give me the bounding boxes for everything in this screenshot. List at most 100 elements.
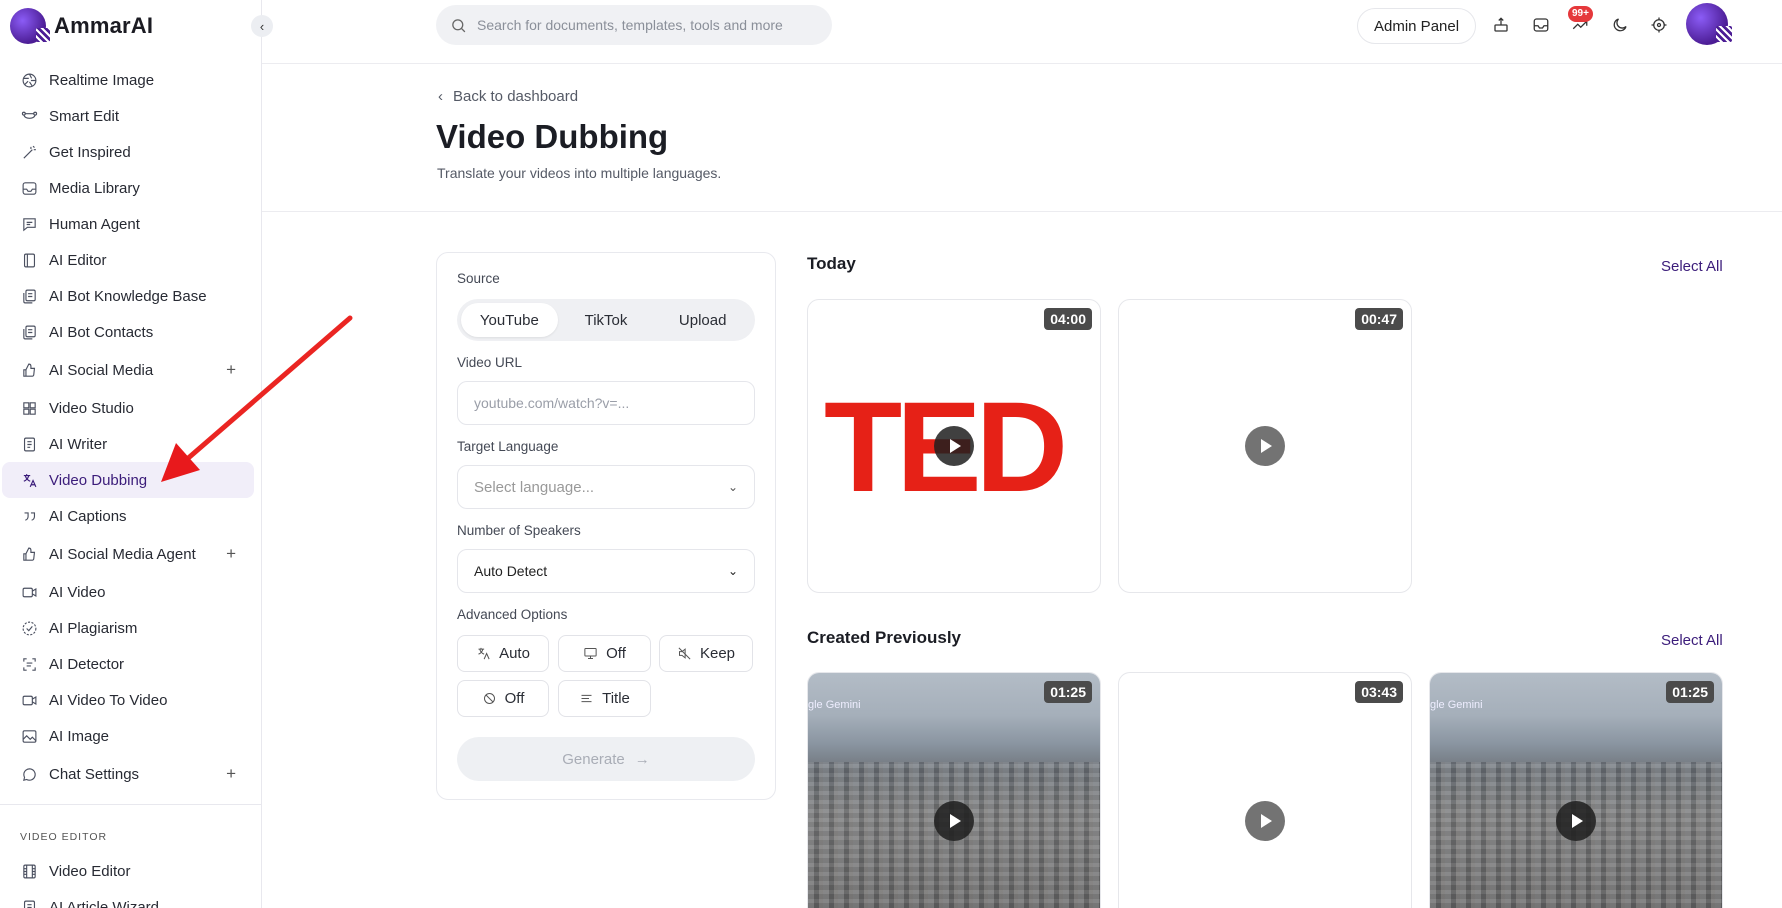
inbox-icon[interactable] — [1530, 14, 1552, 36]
volume-mute-icon — [678, 647, 691, 660]
sidebar-item-ai-detector[interactable]: AI Detector — [2, 646, 254, 682]
sidebar-item-ai-article-wizard[interactable]: AI Article Wizard — [2, 889, 254, 908]
sidebar-item-media-library[interactable]: Media Library — [2, 170, 254, 206]
play-icon[interactable] — [1245, 426, 1285, 466]
sidebar-item-label: Smart Edit — [49, 107, 120, 125]
option-label: Keep — [699, 645, 736, 662]
aperture-icon — [20, 71, 38, 89]
play-icon[interactable] — [934, 801, 974, 841]
option-label: Auto — [499, 645, 530, 662]
sidebar-item-ai-writer[interactable]: AI Writer — [2, 426, 254, 462]
option-monitor-off[interactable]: Off — [558, 635, 651, 672]
video-card-city[interactable]: gle Gemini 01:25 — [807, 672, 1101, 908]
translate-icon — [478, 647, 490, 660]
play-icon[interactable] — [1245, 801, 1285, 841]
moon-icon[interactable] — [1609, 14, 1631, 36]
video-card-city[interactable]: gle Gemini 01:25 — [1429, 672, 1723, 908]
sidebar-item-chat-settings[interactable]: Chat Settings + — [2, 754, 254, 794]
check-circle-icon — [20, 619, 38, 637]
video-url-input[interactable] — [474, 395, 724, 411]
sidebar-item-video-studio[interactable]: Video Studio — [2, 390, 254, 426]
video-url-field[interactable] — [457, 381, 755, 425]
expand-plus-icon[interactable]: + — [226, 544, 236, 564]
sidebar-item-ai-social-media-agent[interactable]: AI Social Media Agent + — [2, 534, 254, 574]
app-logo[interactable]: AmmarAI — [10, 8, 153, 44]
duration-badge: 01:25 — [1044, 681, 1092, 703]
search-bar[interactable] — [436, 5, 832, 45]
video-card[interactable]: 03:43 — [1118, 672, 1412, 908]
sidebar: AmmarAI Realtime Image Smart Edit Get In… — [0, 0, 262, 908]
target-language-select[interactable]: Select language... ⌄ — [457, 465, 755, 509]
sidebar-item-ai-social-media[interactable]: AI Social Media + — [2, 350, 254, 390]
select-all-today-button[interactable]: Select All — [1661, 258, 1723, 275]
tab-upload[interactable]: Upload — [654, 303, 751, 337]
page-subtitle: Translate your videos into multiple lang… — [437, 165, 722, 181]
crosshair-icon[interactable] — [1648, 14, 1670, 36]
files-icon — [20, 287, 38, 305]
play-icon[interactable] — [1556, 801, 1596, 841]
monitor-icon — [584, 648, 597, 659]
sidebar-item-video-dubbing[interactable]: Video Dubbing — [2, 462, 254, 498]
sidebar-item-get-inspired[interactable]: Get Inspired — [2, 134, 254, 170]
option-label: Off — [606, 645, 626, 662]
sidebar-item-label: Realtime Image — [49, 71, 155, 89]
speakers-select[interactable]: Auto Detect ⌄ — [457, 549, 755, 593]
sidebar-item-label: AI Image — [49, 727, 110, 745]
expand-plus-icon[interactable]: + — [226, 764, 236, 784]
tab-tiktok[interactable]: TikTok — [558, 303, 655, 337]
expand-plus-icon[interactable]: + — [226, 360, 236, 380]
sidebar-item-human-agent[interactable]: Human Agent — [2, 206, 254, 242]
sidebar-item-realtime-image[interactable]: Realtime Image — [2, 62, 254, 98]
sidebar-item-video-editor[interactable]: Video Editor — [2, 853, 254, 889]
option-block-off[interactable]: Off — [457, 680, 549, 717]
tab-youtube[interactable]: YouTube — [461, 303, 558, 337]
sidebar-item-smart-edit[interactable]: Smart Edit — [2, 98, 254, 134]
video-card[interactable]: 00:47 — [1118, 299, 1412, 593]
notebook-icon — [20, 251, 38, 269]
video-card-ted[interactable]: TED 04:00 — [807, 299, 1101, 593]
message-circle-icon — [20, 765, 38, 783]
sidebar-item-label: AI Plagiarism — [49, 619, 138, 637]
back-label: Back to dashboard — [453, 88, 579, 105]
sidebar-item-ai-video[interactable]: AI Video — [2, 574, 254, 610]
generate-button[interactable]: Generate → — [457, 737, 755, 781]
bezier-icon — [20, 107, 38, 125]
option-audio-keep[interactable]: Keep — [659, 635, 753, 672]
sidebar-item-ai-bot-contacts[interactable]: AI Bot Contacts — [2, 314, 254, 350]
target-language-placeholder: Select language... — [474, 478, 595, 496]
sidebar-item-label: AI Social Media Agent — [49, 545, 196, 563]
collapse-sidebar-button[interactable]: ‹ — [251, 15, 273, 37]
translate-icon — [20, 471, 38, 489]
option-label: Title — [602, 690, 630, 707]
sidebar-item-ai-captions[interactable]: AI Captions — [2, 498, 254, 534]
source-label: Source — [457, 271, 500, 286]
share-icon[interactable] — [1490, 14, 1512, 36]
sidebar-item-ai-image[interactable]: AI Image — [2, 718, 254, 754]
select-all-previous-button[interactable]: Select All — [1661, 632, 1723, 649]
chevron-down-icon: ⌄ — [727, 480, 738, 494]
sidebar-item-ai-bot-knowledge-base[interactable]: AI Bot Knowledge Base — [2, 278, 254, 314]
option-title[interactable]: Title — [558, 680, 651, 717]
sidebar-item-label: Video Editor — [49, 862, 131, 880]
advanced-options-label: Advanced Options — [457, 607, 568, 622]
watermark-text: gle Gemini — [1430, 699, 1483, 711]
today-title: Today — [807, 254, 856, 273]
admin-panel-button[interactable]: Admin Panel — [1357, 8, 1477, 44]
source-tabs: YouTube TikTok Upload — [457, 299, 755, 341]
quote-icon — [20, 507, 38, 525]
user-avatar[interactable] — [1686, 3, 1732, 45]
sidebar-item-label: Video Dubbing — [49, 471, 148, 489]
video-camera-icon — [20, 583, 38, 601]
play-icon[interactable] — [934, 426, 974, 466]
dubbing-form: Source YouTube TikTok Upload Video URL T… — [436, 252, 776, 800]
back-to-dashboard-link[interactable]: ‹ Back to dashboard — [438, 88, 578, 105]
option-auto-translate[interactable]: Auto — [457, 635, 549, 672]
sidebar-item-label: AI Video To Video — [49, 691, 168, 709]
sidebar-item-ai-editor[interactable]: AI Editor — [2, 242, 254, 278]
sidebar-item-ai-plagiarism[interactable]: AI Plagiarism — [2, 610, 254, 646]
logo-mark-icon — [10, 8, 50, 44]
duration-badge: 00:47 — [1355, 308, 1403, 330]
sidebar-item-ai-video-to-video[interactable]: AI Video To Video — [2, 682, 254, 718]
search-input[interactable] — [477, 17, 797, 33]
sidebar-item-label: AI Bot Knowledge Base — [49, 287, 207, 305]
